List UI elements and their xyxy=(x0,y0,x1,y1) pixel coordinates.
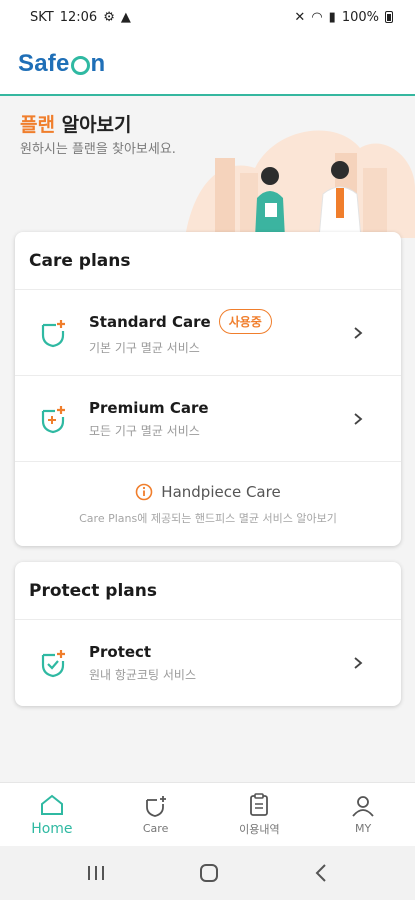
recent-apps-icon[interactable] xyxy=(86,864,106,882)
tab-history-label: 이용내역 xyxy=(239,822,280,836)
premium-care-subtitle: 모든 기구 멸균 서비스 xyxy=(89,423,200,438)
chevron-right-icon xyxy=(354,657,363,669)
protect-plans-card: Protect plans Protect 원내 항균코팅 서비스 xyxy=(15,562,401,706)
in-use-badge: 사용중 xyxy=(218,309,272,334)
protect-row[interactable]: Protect 원내 항균코팅 서비스 xyxy=(15,620,401,706)
app-header: Safe n xyxy=(0,34,415,96)
signal-icon: ▮ xyxy=(328,9,336,25)
handpiece-care-subtitle: Care Plans에 제공되는 핸드피스 멸균 서비스 알아보기 xyxy=(79,511,337,525)
person-icon xyxy=(352,796,374,817)
standard-care-text: Standard Care 사용중 기본 기구 멸균 서비스 xyxy=(89,309,272,356)
mute-icon: ✕ xyxy=(294,9,306,25)
back-icon[interactable] xyxy=(313,863,329,883)
tab-care[interactable]: Care xyxy=(104,783,208,846)
standard-care-row[interactable]: Standard Care 사용중 기본 기구 멸균 서비스 xyxy=(15,290,401,376)
clipboard-icon xyxy=(250,792,269,816)
protect-subtitle: 원내 항균코팅 서비스 xyxy=(89,668,196,682)
status-bar: SKT 12:06 ⚙ ▲ ✕ ◠ ▮ 100% xyxy=(0,0,415,34)
logo-text-suffix: n xyxy=(90,50,106,77)
care-plans-header: Care plans xyxy=(15,232,401,290)
warning-icon: ▲ xyxy=(120,9,131,25)
chevron-right-icon xyxy=(354,326,363,339)
settings-icon: ⚙ xyxy=(103,9,115,25)
shield-check-icon xyxy=(41,650,65,678)
standard-care-title: Standard Care xyxy=(89,312,211,331)
tab-home[interactable]: Home xyxy=(0,783,104,846)
page-title-accent: 플랜 xyxy=(20,114,55,136)
battery-level: 100% xyxy=(341,9,379,25)
protect-text: Protect 원내 항균코팅 서비스 xyxy=(89,643,196,683)
shield-sparkle-icon xyxy=(41,405,65,433)
page-title: 플랜 알아보기 xyxy=(20,110,132,137)
standard-care-subtitle: 기본 기구 멸균 서비스 xyxy=(89,341,200,355)
premium-care-text: Premium Care 모든 기구 멸균 서비스 xyxy=(89,399,209,439)
tab-home-label: Home xyxy=(31,820,73,837)
protect-title: Protect xyxy=(89,643,152,661)
shield-plus-icon xyxy=(145,796,166,817)
tab-care-label: Care xyxy=(142,822,169,835)
app-logo[interactable]: Safe n xyxy=(18,50,105,78)
bottom-tab-bar: Home Care 이용내역 MY xyxy=(0,782,415,846)
carrier-label: SKT xyxy=(30,9,54,25)
home-icon xyxy=(40,794,63,815)
handpiece-care-link[interactable]: Handpiece Care Care Plans에 제공되는 핸드피스 멸균 … xyxy=(15,462,401,546)
chevron-right-icon xyxy=(354,412,363,425)
tab-my-label: MY xyxy=(355,822,372,835)
premium-care-title: Premium Care xyxy=(89,398,209,417)
clock: 12:06 xyxy=(59,9,98,25)
standard-care-title-wrap: Standard Care 사용중 xyxy=(89,309,272,334)
page-subtitle: 원하시는 플랜을 찾아보세요. xyxy=(20,142,176,157)
shield-plus-icon xyxy=(41,319,65,347)
handpiece-care-title: Handpiece Care xyxy=(161,482,281,501)
doctors-illustration xyxy=(185,130,415,238)
hero-banner: 플랜 알아보기 원하시는 플랜을 찾아보세요. xyxy=(0,98,415,238)
logo-ring-icon xyxy=(70,55,90,75)
status-left: SKT 12:06 ⚙ ▲ xyxy=(30,10,131,25)
protect-plans-header: Protect plans xyxy=(15,562,401,620)
status-right: ✕ ◠ ▮ 100% xyxy=(294,10,393,25)
wifi-icon: ◠ xyxy=(311,9,323,25)
page-title-rest: 알아보기 xyxy=(54,114,132,136)
system-nav-bar xyxy=(0,846,415,900)
tab-history[interactable]: 이용내역 xyxy=(208,783,312,846)
care-plans-card: Care plans Standard Care 사용중 기본 기구 멸균 서비… xyxy=(15,232,401,546)
logo-text-prefix: Safe xyxy=(18,50,70,77)
handpiece-care-title-wrap: Handpiece Care xyxy=(135,482,281,501)
tab-my[interactable]: MY xyxy=(311,783,415,846)
info-icon xyxy=(135,483,153,500)
premium-care-row[interactable]: Premium Care 모든 기구 멸균 서비스 xyxy=(15,376,401,462)
battery-icon xyxy=(385,11,393,23)
home-button-icon[interactable] xyxy=(198,862,220,884)
